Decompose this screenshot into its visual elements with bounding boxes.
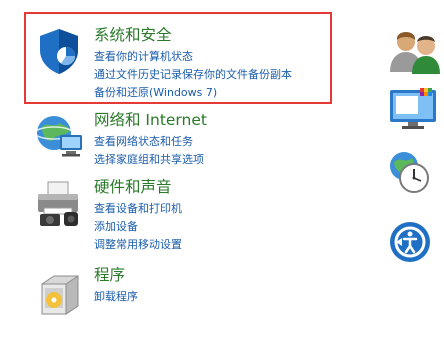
category-title-system-security[interactable]: 系统和安全 bbox=[94, 26, 292, 45]
shield-icon[interactable] bbox=[34, 26, 84, 76]
ease-of-access-icon[interactable] bbox=[386, 218, 444, 266]
link-mobility-settings[interactable]: 调整常用移动设置 bbox=[94, 236, 182, 254]
link-devices-printers[interactable]: 查看设备和打印机 bbox=[94, 200, 182, 218]
category-title-network-internet[interactable]: 网络和 Internet bbox=[94, 111, 207, 130]
network-globe-icon[interactable] bbox=[34, 111, 84, 161]
link-add-device[interactable]: 添加设备 bbox=[94, 218, 182, 236]
programs-box-icon[interactable] bbox=[34, 266, 84, 316]
user-accounts-icon[interactable] bbox=[386, 28, 444, 76]
link-homegroup-sharing[interactable]: 选择家庭组和共享选项 bbox=[94, 151, 207, 169]
link-view-computer-status[interactable]: 查看你的计算机状态 bbox=[94, 48, 292, 66]
link-file-history-backup[interactable]: 通过文件历史记录保存你的文件备份副本 bbox=[94, 66, 292, 84]
link-backup-restore-win7[interactable]: 备份和还原(Windows 7) bbox=[94, 84, 292, 102]
category-title-hardware-sound[interactable]: 硬件和声音 bbox=[94, 178, 182, 197]
link-uninstall-program[interactable]: 卸载程序 bbox=[94, 288, 138, 306]
appearance-icon[interactable] bbox=[386, 84, 444, 132]
printer-icon[interactable] bbox=[34, 178, 84, 228]
category-title-programs[interactable]: 程序 bbox=[94, 266, 138, 285]
clock-region-icon[interactable] bbox=[386, 148, 444, 196]
link-view-network-status[interactable]: 查看网络状态和任务 bbox=[94, 133, 207, 151]
